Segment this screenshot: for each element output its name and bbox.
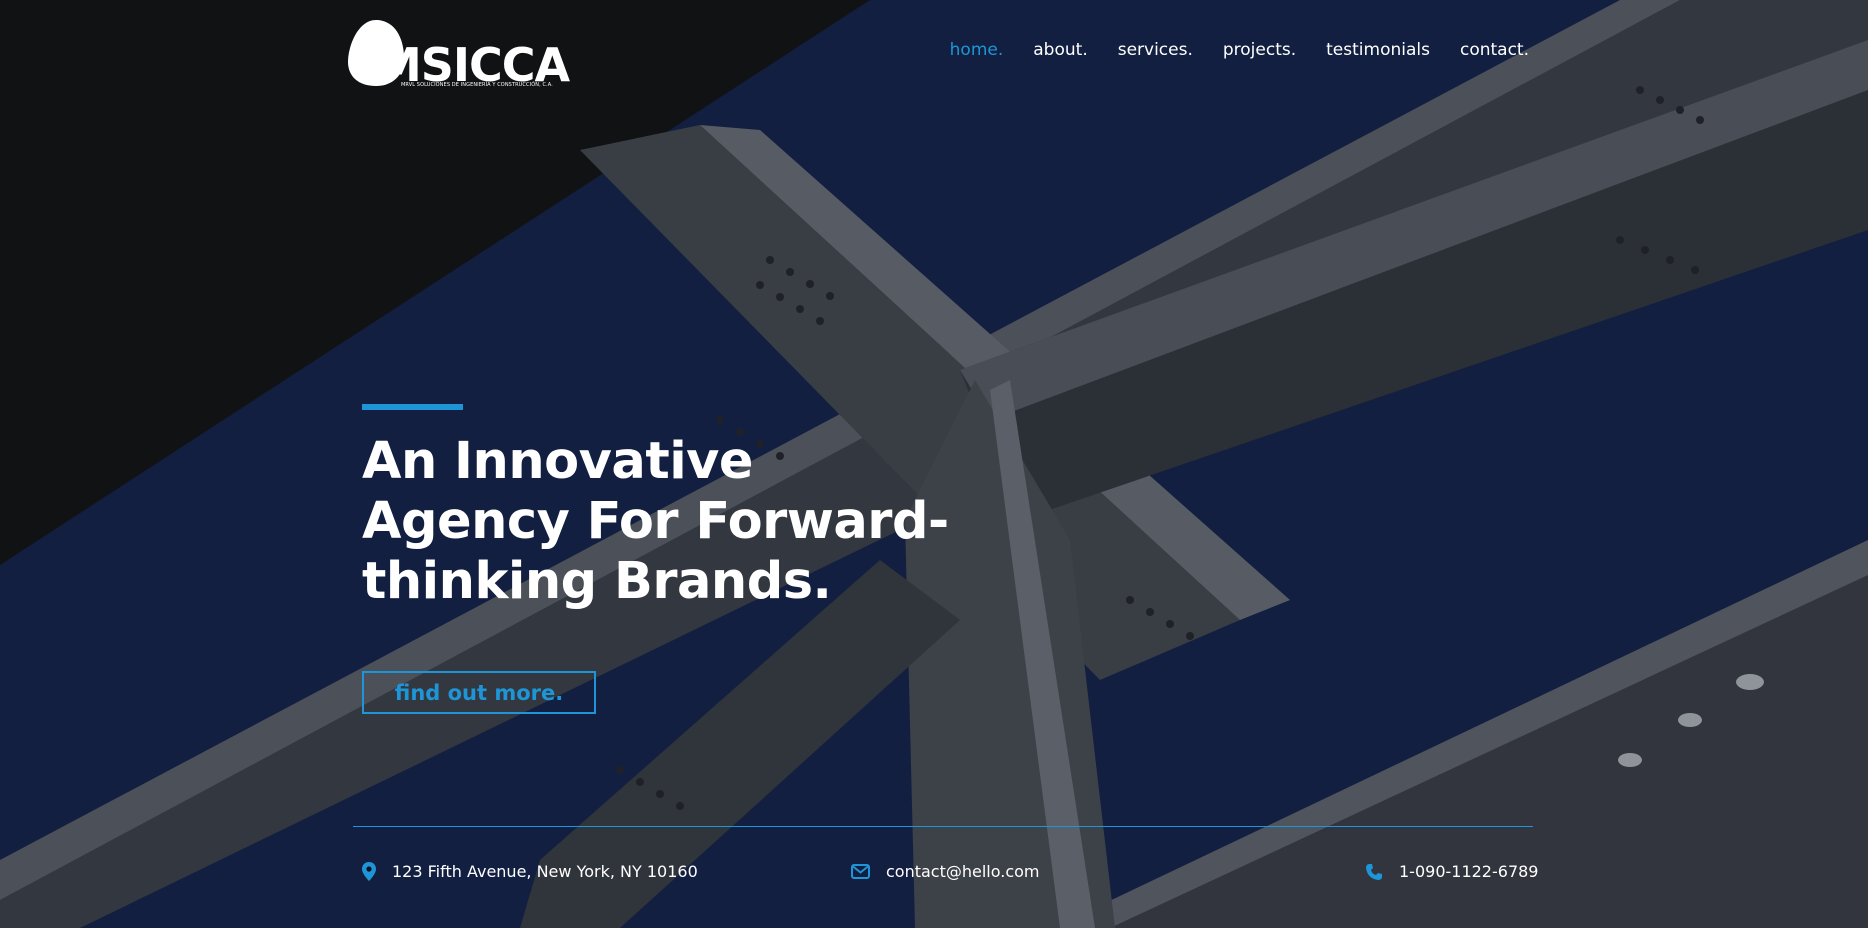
phone-info: 1-090-1122-6789 — [1365, 862, 1538, 881]
nav-item-projects[interactable]: projects. — [1223, 40, 1296, 60]
logo-tagline: MRVL SOLUCIONES DE INGENIERÍA Y CONSTRUC… — [401, 82, 553, 88]
main-nav: home. about. services. projects. testimo… — [950, 40, 1529, 60]
brand-logo[interactable]: MSICCA MRVL SOLUCIONES DE INGENIERÍA Y C… — [346, 18, 570, 92]
hero-headline-line-2: Agency For Forward- — [362, 492, 949, 551]
phone-link[interactable]: 1-090-1122-6789 — [1399, 862, 1538, 881]
nav-item-services[interactable]: services. — [1118, 40, 1193, 60]
headline-accent-bar — [362, 404, 463, 410]
contact-divider — [353, 826, 1533, 827]
nav-item-home[interactable]: home. — [950, 40, 1004, 60]
find-out-more-button[interactable]: find out more. — [362, 671, 596, 714]
nav-item-about[interactable]: about. — [1033, 40, 1087, 60]
map-pin-icon — [362, 862, 376, 881]
address-text: 123 Fifth Avenue, New York, NY 10160 — [392, 862, 698, 881]
email-link[interactable]: contact@hello.com — [886, 862, 1040, 881]
envelope-icon — [851, 864, 870, 879]
hero-headline-line-3: thinking Brands. — [362, 552, 832, 611]
nav-item-testimonials[interactable]: testimonials — [1326, 40, 1430, 60]
nav-item-contact[interactable]: contact. — [1460, 40, 1529, 60]
hero-headline: An Innovative Agency For Forward- thinki… — [362, 432, 982, 612]
address-info: 123 Fifth Avenue, New York, NY 10160 — [362, 862, 698, 881]
hero-headline-line-1: An Innovative — [362, 432, 754, 491]
phone-icon — [1366, 863, 1382, 880]
email-info: contact@hello.com — [851, 862, 1040, 881]
